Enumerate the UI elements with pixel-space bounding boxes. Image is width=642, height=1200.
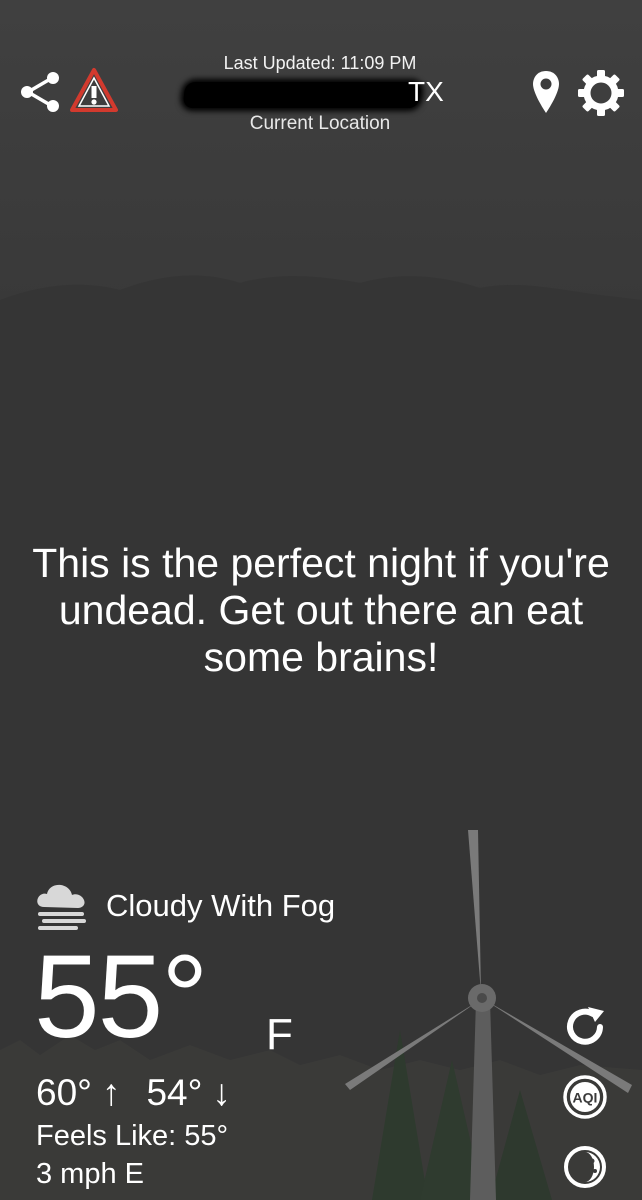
low-temp: 54° (146, 1072, 203, 1113)
up-arrow-icon: ↑ (101, 1072, 121, 1113)
settings-gear-icon (578, 70, 624, 116)
high-temp: 60° (36, 1072, 92, 1113)
down-arrow-icon: ↓ (212, 1072, 231, 1113)
moon-phase-icon (564, 1146, 606, 1188)
location-name[interactable]: TX (170, 76, 470, 112)
location-subtitle: Current Location (249, 113, 391, 134)
aqi-icon: AQI (563, 1075, 607, 1119)
refresh-button[interactable] (560, 1002, 610, 1052)
aqi-button[interactable]: AQI (560, 1072, 610, 1122)
moon-phase-button[interactable] (560, 1142, 610, 1192)
share-icon (21, 72, 59, 112)
share-button[interactable] (14, 66, 66, 118)
cloud-fog-icon (37, 884, 86, 930)
location-pin-icon (533, 71, 559, 113)
location-button[interactable] (526, 66, 566, 118)
temperature-unit[interactable]: F (266, 1010, 293, 1060)
condition-text: Cloudy With Fog (106, 888, 336, 923)
header-bar: Last Updated: 11:09 PM TX Current Locati… (0, 0, 642, 150)
redacted-city (182, 82, 422, 108)
condition-row: Cloudy With Fog (34, 880, 335, 932)
high-low-temps: 60° ↑ 54° ↓ (36, 1072, 257, 1114)
current-temperature: 55° (34, 931, 208, 1063)
alert-triangle-icon (70, 68, 118, 112)
settings-button[interactable] (574, 66, 628, 120)
last-updated-text: Last Updated: 11:09 PM (223, 53, 417, 73)
weather-alert-button[interactable] (68, 64, 120, 116)
weather-screen: Last Updated: 11:09 PM TX Current Locati… (0, 0, 642, 1200)
refresh-icon (567, 1007, 604, 1045)
wind-text: 3 mph E (36, 1158, 144, 1190)
weather-message: This is the perfect night if you're unde… (32, 540, 610, 680)
location-state: TX (408, 76, 444, 107)
feels-like-text: Feels Like: 55° (36, 1120, 229, 1152)
aqi-label: AQI (573, 1090, 598, 1106)
